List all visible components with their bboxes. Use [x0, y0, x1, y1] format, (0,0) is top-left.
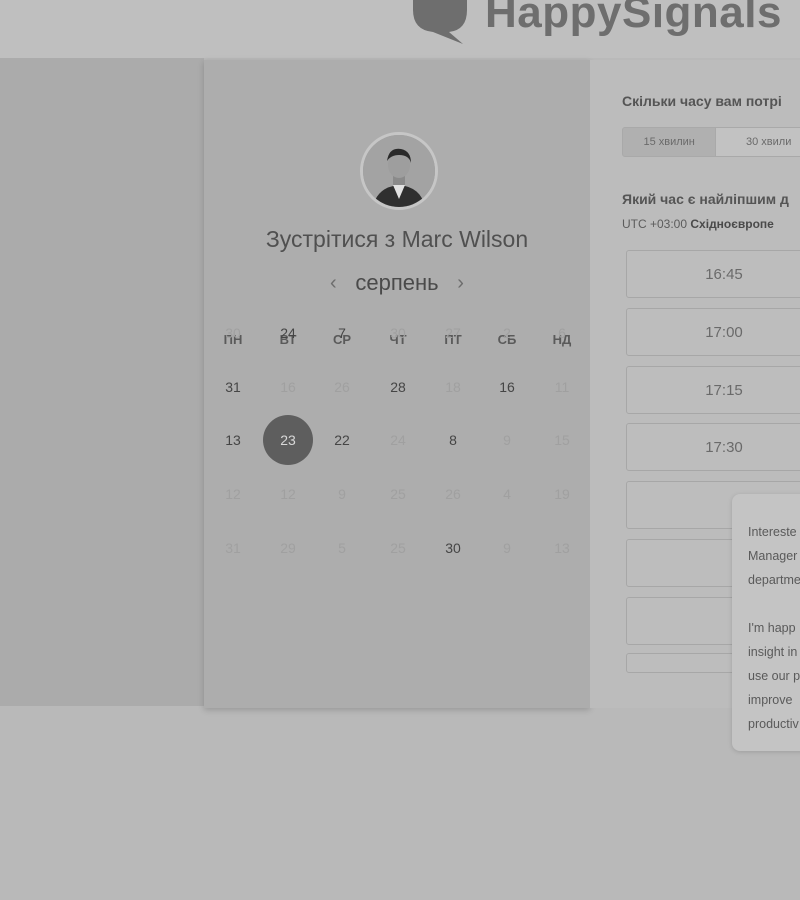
- calendar-day: 5: [338, 540, 346, 556]
- chat-message-line: productiv: [748, 717, 799, 731]
- time-slot-label: 16:45: [705, 265, 743, 283]
- calendar-day[interactable]: 7: [317, 308, 367, 358]
- calendar-day: 25: [390, 486, 406, 502]
- chat-padding: [732, 494, 800, 520]
- timezone-offset: UTC +03:00: [622, 217, 688, 231]
- calendar-day: 31: [225, 540, 241, 556]
- calendar-day: 6: [558, 325, 566, 341]
- calendar-day: 25: [390, 540, 406, 556]
- chevron-left-icon[interactable]: ‹: [325, 272, 341, 295]
- time-slot-label: 17:15: [705, 381, 743, 399]
- calendar-day: 30: [390, 325, 406, 341]
- calendar-day[interactable]: 24: [263, 308, 313, 358]
- calendar-day: 24: [390, 432, 406, 448]
- calendar-day[interactable]: 30: [428, 523, 478, 573]
- calendar-day[interactable]: 31: [208, 362, 258, 412]
- calendar-day: 16: [280, 379, 296, 395]
- page-backdrop: [0, 58, 204, 706]
- calendar-day[interactable]: 13: [208, 415, 258, 465]
- chat-popup[interactable]: Intereste Manager departme I'm happ insight…: [732, 494, 800, 751]
- time-slot-label: 17:30: [705, 438, 743, 456]
- calendar-day: 19: [554, 486, 570, 502]
- meeting-title: Зустрітися з Marc Wilson: [265, 226, 529, 252]
- chat-message-line: use our p: [748, 669, 800, 683]
- month-label: серпень: [355, 270, 439, 295]
- calendar-day: 9: [338, 486, 346, 502]
- calendar-day: 12: [225, 486, 241, 502]
- time-slot-button[interactable]: 16:45: [626, 250, 800, 298]
- chevron-right-icon[interactable]: ›: [453, 272, 469, 295]
- calendar-day[interactable]: 8: [428, 415, 478, 465]
- time-question: Який час є найліпшим д: [622, 191, 789, 207]
- calendar-day: 27: [445, 325, 461, 341]
- chat-message-line: departme: [748, 573, 800, 587]
- avatar: [360, 132, 438, 210]
- chat-message-line: improve: [748, 693, 793, 707]
- calendar-day: 26: [334, 379, 350, 395]
- calendar-day: 9: [503, 432, 511, 448]
- chat-message-line: Manager: [748, 549, 798, 563]
- calendar-day: 12: [280, 486, 296, 502]
- calendar-panel: Зустрітися з Marc Wilson ‹ серпень › ПН В…: [204, 60, 590, 708]
- calendar-day: 11: [554, 379, 570, 395]
- calendar-day[interactable]: 16: [482, 362, 532, 412]
- time-slot-button[interactable]: 17:30: [626, 423, 800, 471]
- calendar-day: 30: [225, 325, 241, 341]
- chat-message-line: I'm happ: [748, 621, 796, 635]
- duration-selector: 15 хвилин 30 хвили: [622, 127, 800, 157]
- calendar-day: 18: [445, 379, 461, 395]
- top-header: HappySignals: [0, 0, 800, 58]
- calendar-day: 4: [503, 486, 511, 502]
- person-icon: [363, 135, 435, 207]
- calendar-day: 26: [445, 486, 461, 502]
- calendar-day[interactable]: 28: [373, 362, 423, 412]
- timezone-label[interactable]: UTC +03:00 Східноєвропе: [622, 217, 774, 231]
- timezone-name: Східноєвропе: [690, 217, 774, 231]
- month-navigation: ‹ серпень ›: [204, 270, 590, 296]
- time-slot-button[interactable]: 17:15: [626, 366, 800, 414]
- brand-name: HappySignals: [485, 0, 782, 37]
- chat-message-line: Intereste: [748, 525, 797, 539]
- calendar-day[interactable]: 22: [317, 415, 367, 465]
- calendar-day: 2: [503, 325, 511, 341]
- calendar-day: 29: [280, 540, 296, 556]
- chat-message-line: insight in: [748, 645, 798, 659]
- chat-message-line: [732, 592, 800, 616]
- calendar-day-selected[interactable]: 23: [263, 415, 313, 465]
- calendar-day: 9: [503, 540, 511, 556]
- brand-logo[interactable]: HappySignals: [405, 0, 782, 44]
- duration-option-30[interactable]: 30 хвили: [716, 127, 800, 157]
- duration-option-15[interactable]: 15 хвилин: [622, 127, 717, 157]
- speech-bubble-icon: [413, 0, 467, 44]
- calendar-day: 15: [554, 432, 570, 448]
- calendar-day: 13: [554, 540, 570, 556]
- duration-question: Скільки часу вам потрі: [622, 93, 782, 109]
- time-slot-button[interactable]: 17:00: [626, 308, 800, 356]
- time-slot-label: 17:00: [705, 323, 743, 341]
